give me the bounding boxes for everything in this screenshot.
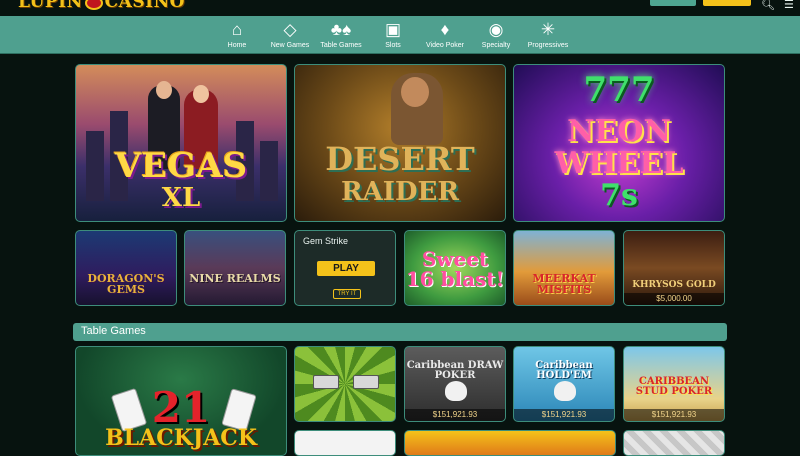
jackpot-amount: $5,000.00 (624, 293, 724, 305)
try-it-button[interactable]: TRY IT (333, 289, 361, 299)
top-bar: LUPIN CASINO 🔍︎ ☰ (0, 0, 800, 16)
game-title: NINE REALMS (189, 272, 281, 285)
jackpot-amount: $151,921.93 (514, 409, 614, 421)
play-button[interactable]: PLAY (317, 261, 375, 276)
game-tile-partial[interactable] (404, 430, 616, 456)
game-tile-khrysos-gold[interactable]: KHRYSOS GOLD $5,000.00 (623, 230, 725, 306)
character-face (401, 77, 429, 107)
nav-item-progressives[interactable]: ✳ Progressives (520, 18, 576, 50)
playing-cards-icon: ♦ (440, 20, 450, 39)
search-icon[interactable]: 🔍︎ (761, 0, 775, 11)
diamond-icon: ◇ (283, 20, 297, 39)
section-title: Table Games (81, 325, 146, 337)
game-title: KHRYSOS GOLD (632, 280, 716, 290)
game-title: Sweet 16 blast! (405, 247, 505, 291)
nav-item-home[interactable]: ⌂ Home (209, 18, 265, 50)
pirate-skull-icon (445, 381, 467, 401)
join-button[interactable] (703, 0, 751, 6)
game-tile-neon-wheel-7s[interactable]: 777 NEON WHEEL 7s (513, 64, 725, 222)
game-tile-caribbean-holdem[interactable]: Caribbean HOLD'EM $151,921.93 (513, 346, 615, 422)
section-header-table-games: Table Games (73, 323, 727, 341)
roulette-icon: ◉ (488, 20, 504, 39)
game-title: 777 (583, 70, 655, 110)
nav-item-new-games[interactable]: ◇ New Games (262, 18, 318, 50)
nav-item-specialty[interactable]: ◉ Specialty (468, 18, 524, 50)
game-title: VEGAS (114, 146, 248, 186)
pirate-skull-icon (554, 381, 576, 401)
game-tile-doragons-gems[interactable]: DORAGON'S GEMS (75, 230, 177, 306)
game-title: DESERT (325, 140, 475, 178)
card-suits-icon: ♣♠ (330, 20, 352, 39)
game-title: MEERKAT MISFITS (532, 272, 596, 296)
game-tile-table-1[interactable] (294, 346, 396, 422)
game-tile-vegas-xl[interactable]: VEGAS XL (75, 64, 287, 222)
character-face (193, 85, 209, 103)
jackpot-amount: $151,921.93 (405, 409, 505, 421)
nav-item-video-poker[interactable]: ♦ Video Poker (417, 18, 473, 50)
logo-emblem-icon (84, 0, 103, 10)
game-title: 21 (151, 383, 211, 432)
game-title: WHEEL (554, 146, 684, 181)
game-title: NEON (567, 114, 671, 149)
game-title: 7s (600, 178, 638, 213)
game-title: CARIBBEAN STUD POKER (635, 376, 713, 397)
card-pair-graphic (353, 375, 379, 389)
jackpot-amount: $151,921.93 (624, 409, 724, 421)
game-tile-desert-raider[interactable]: DESERT RAIDER (294, 64, 506, 222)
game-title: Caribbean HOLD'EM (535, 360, 593, 381)
progressive-burst-icon: ✳ (540, 20, 556, 39)
game-title: RAIDER (341, 177, 459, 207)
game-tile-nine-realms[interactable]: NINE REALMS (184, 230, 286, 306)
slot-machine-icon: ▣ (384, 20, 402, 39)
nav-item-slots[interactable]: ▣ Slots (365, 18, 421, 50)
game-tile-caribbean-stud-poker[interactable]: CARIBBEAN STUD POKER $151,921.93 (623, 346, 725, 422)
nav-item-table-games[interactable]: ♣♠ Table Games (313, 18, 369, 50)
game-tile-partial[interactable] (294, 430, 396, 456)
game-tile-sweet-16-blast[interactable]: Sweet 16 blast! (404, 230, 506, 306)
login-button[interactable] (650, 0, 696, 6)
menu-icon[interactable]: ☰ (784, 0, 794, 11)
category-nav: ⌂ Home ◇ New Games ♣♠ Table Games ▣ Slot… (0, 16, 800, 54)
game-tile-blackjack[interactable]: 21 BLACKJACK (75, 346, 287, 456)
card-pair-graphic (313, 375, 339, 389)
game-title: XL (161, 183, 201, 213)
game-title: BLACKJACK (105, 425, 257, 451)
game-title: DORAGON'S GEMS (87, 272, 165, 296)
character-face (156, 81, 172, 99)
home-icon: ⌂ (231, 20, 243, 39)
game-tile-partial[interactable] (623, 430, 725, 456)
game-tile-meerkat-misfits[interactable]: MEERKAT MISFITS (513, 230, 615, 306)
brand-logo[interactable]: LUPIN CASINO (18, 0, 185, 12)
game-tile-caribbean-draw-poker[interactable]: Caribbean DRAW POKER $151,921.93 (404, 346, 506, 422)
game-title: Caribbean DRAW POKER (406, 360, 504, 381)
game-name: Gem Strike (303, 236, 349, 246)
game-tile-gem-strike[interactable]: Gem Strike PLAY TRY IT (294, 230, 396, 306)
